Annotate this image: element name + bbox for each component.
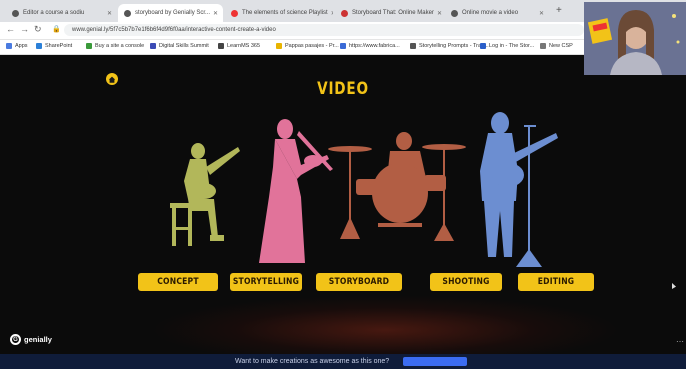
- url-field[interactable]: www.genial.ly/5f7c5b7b7e1f6b6f4d9f6f0aa/…: [64, 24, 584, 36]
- storyboard-button[interactable]: STORYBOARD: [316, 273, 402, 291]
- footer-banner: Want to make creations as awesome as thi…: [0, 354, 686, 369]
- bookmark-item[interactable]: LearnMS 365: [218, 43, 260, 49]
- bookmark-apps[interactable]: Apps: [6, 43, 28, 49]
- bookmark-label: New CSP: [549, 43, 573, 49]
- editing-button[interactable]: EDITING: [518, 273, 594, 291]
- bookmark-favicon-icon: [276, 43, 282, 49]
- tab-label: Editor a course a sodiu: [23, 10, 85, 16]
- genially-logo[interactable]: G genially: [10, 334, 52, 345]
- bookmark-favicon-icon: [218, 43, 224, 49]
- bookmark-label: Log in - The Stor...: [489, 43, 535, 49]
- bookmark-item[interactable]: SharePoint: [36, 43, 72, 49]
- close-tab-icon[interactable]: ✕: [536, 10, 544, 17]
- close-tab-icon[interactable]: ✕: [328, 10, 333, 17]
- bookmark-item[interactable]: Buy a site a console: [86, 43, 144, 49]
- drummer-silhouette: [328, 132, 466, 241]
- reload-icon[interactable]: ↻: [34, 24, 42, 35]
- new-tab-icon[interactable]: +: [556, 5, 562, 16]
- presentation-stage: VIDEO CONCEPT STORYTELLING STORYBOARD SH…: [0, 55, 686, 354]
- more-options-icon[interactable]: ⋯: [676, 337, 684, 346]
- brand-name: genially: [24, 335, 52, 344]
- tab-label: Storyboard That: Online Maker: [352, 10, 434, 16]
- bookmark-item[interactable]: Pappas pasajes - Pr...: [276, 43, 339, 49]
- page-title: VIDEO: [317, 79, 369, 99]
- bookmark-item[interactable]: Log in - The Stor...: [480, 43, 534, 49]
- bookmark-label: SharePoint: [45, 43, 73, 49]
- bookmark-label: Buy a site a console: [95, 43, 145, 49]
- tab-favicon-icon: [124, 9, 131, 17]
- browser-tab[interactable]: Editor a course a sodiu ✕: [6, 4, 118, 22]
- browser-tab[interactable]: Online movie a video ✕: [445, 4, 550, 22]
- tab-label: The elements of science Playlist: [242, 10, 328, 16]
- bookmark-favicon-icon: [150, 43, 156, 49]
- tab-favicon-icon: [451, 9, 458, 17]
- storytelling-button[interactable]: STORYTELLING: [230, 273, 302, 291]
- browser-tab[interactable]: Storyboard That: Online Maker ✕: [335, 4, 443, 22]
- footer-text: Want to make creations as awesome as thi…: [235, 358, 390, 365]
- tab-favicon-icon: [12, 9, 19, 17]
- webcam-overlay: [584, 2, 686, 75]
- close-tab-icon[interactable]: ✕: [434, 10, 442, 17]
- bookmark-label: https://www.fabrica...: [349, 43, 400, 49]
- bookmark-favicon-icon: [410, 43, 416, 49]
- forward-icon[interactable]: →: [20, 24, 29, 34]
- close-tab-icon[interactable]: ✕: [210, 10, 218, 17]
- back-icon[interactable]: ←: [6, 24, 15, 34]
- bookmark-item[interactable]: https://www.fabrica...: [340, 43, 400, 49]
- bookmark-label: Pappas pasajes - Pr...: [285, 43, 339, 49]
- stage-spotlight: [150, 295, 620, 354]
- apps-grid-icon: [6, 43, 12, 49]
- genially-g-icon: G: [10, 334, 21, 345]
- bookmark-favicon-icon: [86, 43, 92, 49]
- bookmark-label: LearnMS 365: [227, 43, 261, 49]
- bookmark-item[interactable]: Storytelling Prompts - Tran...: [410, 43, 489, 49]
- bookmark-favicon-icon: [540, 43, 546, 49]
- concept-button[interactable]: CONCEPT: [138, 273, 218, 291]
- bookmark-label: Apps: [15, 43, 28, 49]
- guitarist-silhouette: [170, 143, 240, 246]
- presenter-video: [584, 2, 686, 75]
- tab-favicon-icon: [341, 9, 348, 17]
- bookmark-item[interactable]: Digital Skills Summit: [150, 43, 209, 49]
- bookmark-label: Digital Skills Summit: [159, 43, 209, 49]
- tab-label: storyboard by Genially Scr...: [135, 10, 211, 16]
- bookmark-item[interactable]: New CSP: [540, 43, 573, 49]
- bookmark-favicon-icon: [480, 43, 486, 49]
- bookmark-favicon-icon: [340, 43, 346, 49]
- shooting-button[interactable]: SHOOTING: [430, 273, 502, 291]
- lock-icon: 🔒: [52, 26, 61, 33]
- tab-label: Online movie a video: [462, 10, 519, 16]
- singer-silhouette: [480, 112, 558, 267]
- sharepoint-icon: [36, 43, 42, 49]
- close-tab-icon[interactable]: ✕: [104, 10, 112, 17]
- youtube-favicon-icon: [231, 9, 238, 17]
- browser-tab-active[interactable]: storyboard by Genially Scr... ✕: [118, 4, 223, 22]
- bookmark-label: Storytelling Prompts - Tran...: [419, 43, 489, 49]
- browser-tab[interactable]: The elements of science Playlist ✕: [225, 4, 333, 22]
- footer-cta-button[interactable]: [403, 357, 467, 366]
